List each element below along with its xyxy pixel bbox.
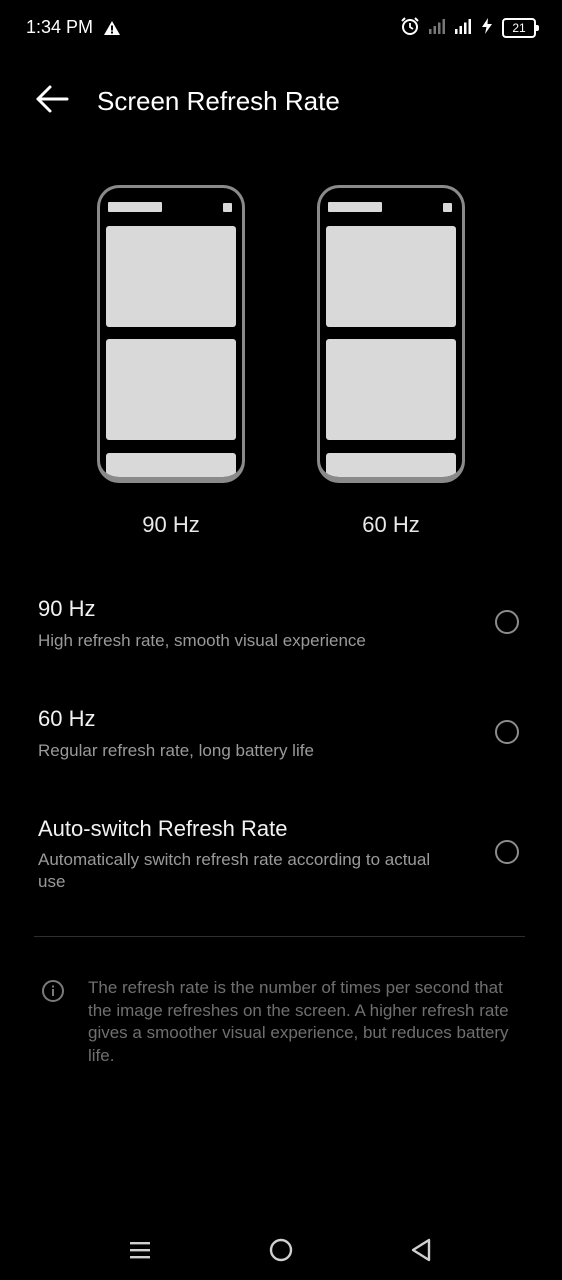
back-icon[interactable] <box>407 1236 437 1264</box>
radio-button[interactable] <box>495 720 519 744</box>
preview-60hz-illustration <box>317 185 465 485</box>
page-title: Screen Refresh Rate <box>97 86 340 116</box>
option-description: Automatically switch refresh rate accord… <box>38 850 431 891</box>
charging-icon <box>480 17 494 40</box>
status-icons: 21 <box>400 16 539 41</box>
content-card-placeholder <box>106 226 236 327</box>
phone-frame <box>97 185 245 483</box>
menu-icon[interactable] <box>126 1236 156 1264</box>
option-title: Auto-switch Refresh Rate <box>38 816 288 841</box>
content-card-placeholder <box>106 339 236 440</box>
status-dot-placeholder <box>223 203 232 212</box>
back-arrow-button[interactable] <box>34 82 74 118</box>
preview-90hz-illustration <box>97 185 245 485</box>
option-description: High refresh rate, smooth visual experie… <box>38 631 366 650</box>
divider <box>34 936 525 937</box>
preview-label-60hz: 60 Hz <box>362 512 420 537</box>
status-bar: 1:34 PM 21 <box>0 0 562 58</box>
warning-icon <box>103 20 121 41</box>
info-icon <box>41 979 65 1008</box>
system-nav-bar <box>0 1222 562 1280</box>
radio-button[interactable] <box>495 840 519 864</box>
status-bar-placeholder <box>108 202 162 212</box>
option-title: 90 Hz <box>38 596 96 621</box>
status-dot-placeholder <box>443 203 452 212</box>
phone-frame <box>317 185 465 483</box>
status-bar-placeholder <box>328 202 382 212</box>
signal-icon <box>454 17 472 40</box>
content-card-placeholder <box>326 339 456 440</box>
option-60hz[interactable]: 60 Hz Regular refresh rate, long battery… <box>0 690 562 785</box>
radio-button[interactable] <box>495 610 519 634</box>
preview-label-90hz: 90 Hz <box>142 512 200 537</box>
content-card-placeholder <box>326 226 456 327</box>
option-90hz[interactable]: 90 Hz High refresh rate, smooth visual e… <box>0 580 562 675</box>
home-icon[interactable] <box>266 1236 296 1264</box>
status-time: 1:34 PM <box>26 17 94 37</box>
option-description: Regular refresh rate, long battery life <box>38 741 314 760</box>
option-title: 60 Hz <box>38 706 96 731</box>
signal-icon <box>428 17 446 40</box>
content-card-placeholder <box>106 453 236 477</box>
option-auto-switch[interactable]: Auto-switch Refresh Rate Automatically s… <box>0 800 562 910</box>
back-arrow-icon <box>36 85 69 113</box>
header: Screen Refresh Rate <box>0 70 562 134</box>
alarm-icon <box>400 16 420 41</box>
content-card-placeholder <box>326 453 456 477</box>
battery-icon: 21 <box>502 18 539 38</box>
info-text: The refresh rate is the number of times … <box>88 978 509 1065</box>
